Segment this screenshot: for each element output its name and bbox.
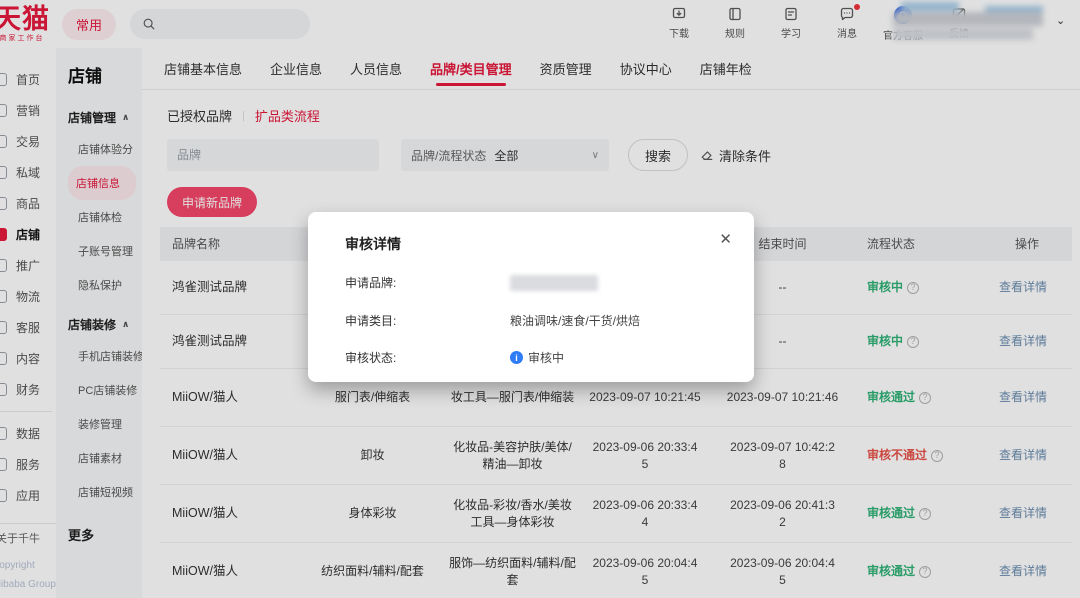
modal-field-status: 审核状态: i 审核中 (345, 349, 564, 366)
close-icon[interactable]: ✕ (719, 230, 732, 248)
redacted-brand-value (510, 275, 598, 291)
modal-field-category: 申请类目: 粮油调味/速食/干货/烘焙 (345, 312, 640, 329)
audit-details-modal: 审核详情 ✕ 申请品牌: 申请类目: 粮油调味/速食/干货/烘焙 审核状态: i… (308, 212, 754, 382)
info-circle-icon: i (510, 351, 523, 364)
modal-field-brand: 申请品牌: (345, 274, 598, 291)
modal-title: 审核详情 (345, 234, 401, 254)
